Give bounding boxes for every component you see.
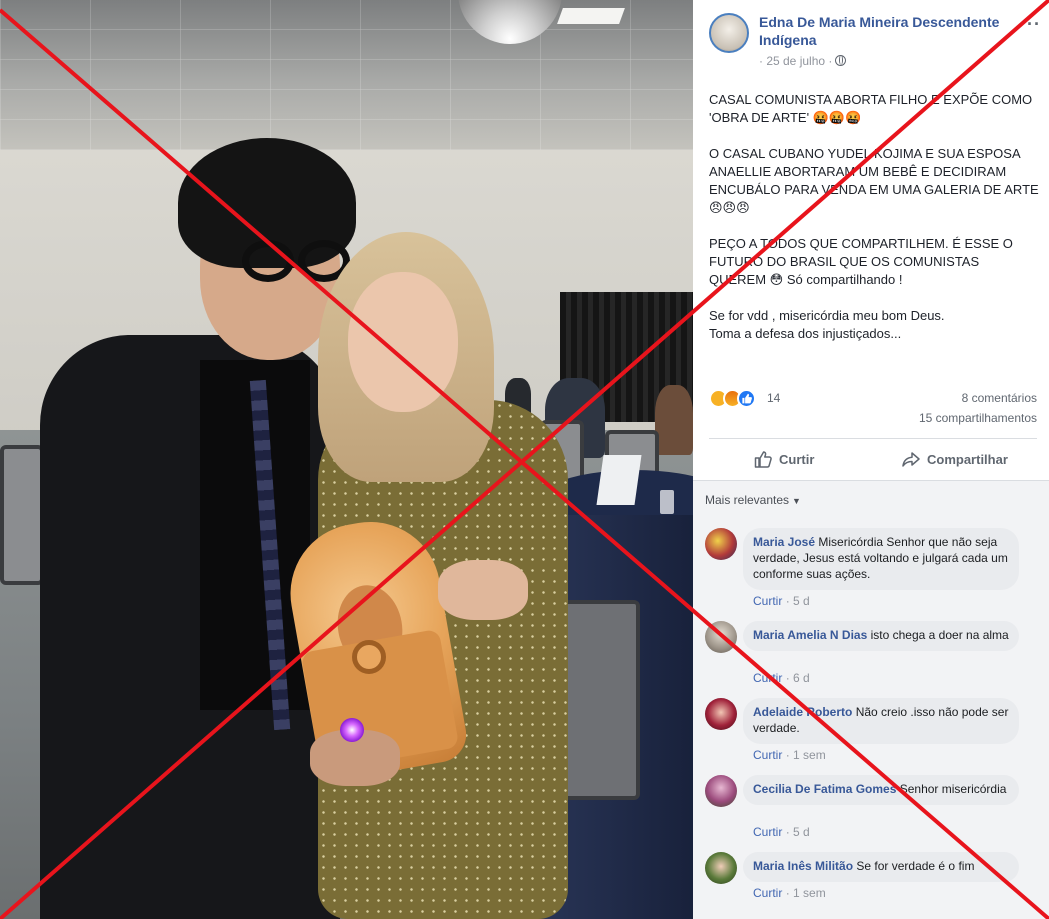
comment-bubble: Maria Amelia N Dias isto chega a doer na… bbox=[743, 621, 1019, 651]
pod-purple-light bbox=[340, 718, 364, 742]
comment-footer: Curtir · 5 d bbox=[753, 594, 810, 608]
commenter-name[interactable]: Maria José bbox=[753, 535, 815, 549]
comment-time[interactable]: · 5 d bbox=[786, 825, 810, 839]
avatar[interactable] bbox=[705, 698, 737, 730]
comments-count[interactable]: 8 comentários bbox=[962, 391, 1037, 405]
shares-count[interactable]: 15 compartilhamentos bbox=[919, 411, 1037, 425]
more-icon[interactable]: ·· bbox=[1027, 14, 1041, 35]
commenter-name[interactable]: Cecilia De Fatima Gomes bbox=[753, 782, 896, 796]
commenter-name[interactable]: Maria Inês Militão bbox=[753, 859, 853, 873]
comment-footer: Curtir · 5 d bbox=[753, 825, 810, 839]
thumbs-up-icon bbox=[754, 451, 772, 468]
like-button[interactable]: Curtir bbox=[753, 447, 814, 471]
post-meta: · 25 de julho · bbox=[759, 54, 847, 68]
woman-hand bbox=[438, 560, 528, 620]
avatar[interactable] bbox=[705, 621, 737, 653]
post-paragraph: O CASAL CUBANO YUDEL KOJIMA E SUA ESPOSA… bbox=[709, 146, 1039, 215]
post-text: CASAL COMUNISTA ABORTA FILHO E EXPÕE COM… bbox=[709, 91, 1039, 343]
water-glass bbox=[660, 490, 674, 514]
post-paragraph: Toma a defesa dos injustiçados... bbox=[709, 326, 902, 341]
author-avatar[interactable] bbox=[709, 13, 749, 53]
avatar[interactable] bbox=[705, 852, 737, 884]
avatar[interactable] bbox=[705, 528, 737, 560]
comment-text: isto chega a doer na alma bbox=[870, 628, 1009, 642]
post-photo[interactable] bbox=[0, 0, 693, 919]
post-paragraph: Se for vdd , misericórdia meu bom Deus. bbox=[709, 308, 945, 323]
post-paragraph: PEÇO A TODOS QUE COMPARTILHEM. É ESSE O … bbox=[709, 236, 1013, 287]
comment-like-link[interactable]: Curtir bbox=[753, 594, 782, 608]
chair bbox=[0, 445, 44, 585]
post-date[interactable]: · 25 de julho · bbox=[759, 54, 832, 68]
background-person bbox=[655, 385, 693, 455]
comment-like-link[interactable]: Curtir bbox=[753, 671, 782, 685]
pod-wheel bbox=[352, 640, 386, 674]
comment-bubble: Cecilia De Fatima Gomes Senhor misericór… bbox=[743, 775, 1019, 805]
post-paragraph: CASAL COMUNISTA ABORTA FILHO E EXPÕE COM… bbox=[709, 92, 1033, 125]
author-name[interactable]: Edna De Maria Mineira Descendente Indíge… bbox=[759, 13, 1019, 49]
glasses bbox=[242, 240, 294, 282]
comment-time[interactable]: · 1 sem bbox=[786, 748, 826, 762]
divider bbox=[709, 438, 1037, 439]
share-label: Compartilhar bbox=[927, 451, 1008, 467]
comment-time[interactable]: · 1 sem bbox=[786, 886, 826, 900]
like-label: Curtir bbox=[779, 451, 815, 467]
comment-like-link[interactable]: Curtir bbox=[753, 825, 782, 839]
comment-like-link[interactable]: Curtir bbox=[753, 886, 782, 900]
caret-down-icon: ▼ bbox=[792, 496, 801, 506]
comment-bubble: Adelaide Roberto Não creio .isso não pod… bbox=[743, 698, 1019, 744]
avatar[interactable] bbox=[705, 775, 737, 807]
table-sign bbox=[596, 455, 642, 505]
share-arrow-icon bbox=[902, 452, 920, 467]
chair bbox=[560, 600, 640, 800]
comment-time[interactable]: · 6 d bbox=[786, 671, 810, 685]
comment-time[interactable]: · 5 d bbox=[786, 594, 810, 608]
comment-bubble: Maria José Misericórdia Senhor que não s… bbox=[743, 528, 1019, 590]
ceiling-light-panel bbox=[557, 8, 625, 24]
comment-footer: Curtir · 1 sem bbox=[753, 748, 826, 762]
comment-footer: Curtir · 6 d bbox=[753, 671, 810, 685]
comment-text: Se for verdade é o fim bbox=[856, 859, 975, 873]
post-panel: Edna De Maria Mineira Descendente Indíge… bbox=[693, 0, 1049, 919]
comment-bubble: Maria Inês Militão Se for verdade é o fi… bbox=[743, 852, 1019, 882]
commenter-name[interactable]: Adelaide Roberto bbox=[753, 705, 852, 719]
commenter-name[interactable]: Maria Amelia N Dias bbox=[753, 628, 867, 642]
comment-sort-label: Mais relevantes bbox=[705, 493, 790, 507]
comment-like-link[interactable]: Curtir bbox=[753, 748, 782, 762]
comment-text: Senhor misericórdia bbox=[899, 782, 1007, 796]
comment-sort-dropdown[interactable]: Mais relevantes ▼ bbox=[705, 493, 801, 507]
share-button[interactable]: Compartilhar bbox=[901, 447, 1008, 471]
comment-footer: Curtir · 1 sem bbox=[753, 886, 826, 900]
like-reaction-icon bbox=[737, 389, 756, 408]
globe-icon bbox=[835, 55, 847, 66]
woman-face bbox=[348, 272, 458, 412]
reaction-count: 14 bbox=[767, 391, 781, 405]
